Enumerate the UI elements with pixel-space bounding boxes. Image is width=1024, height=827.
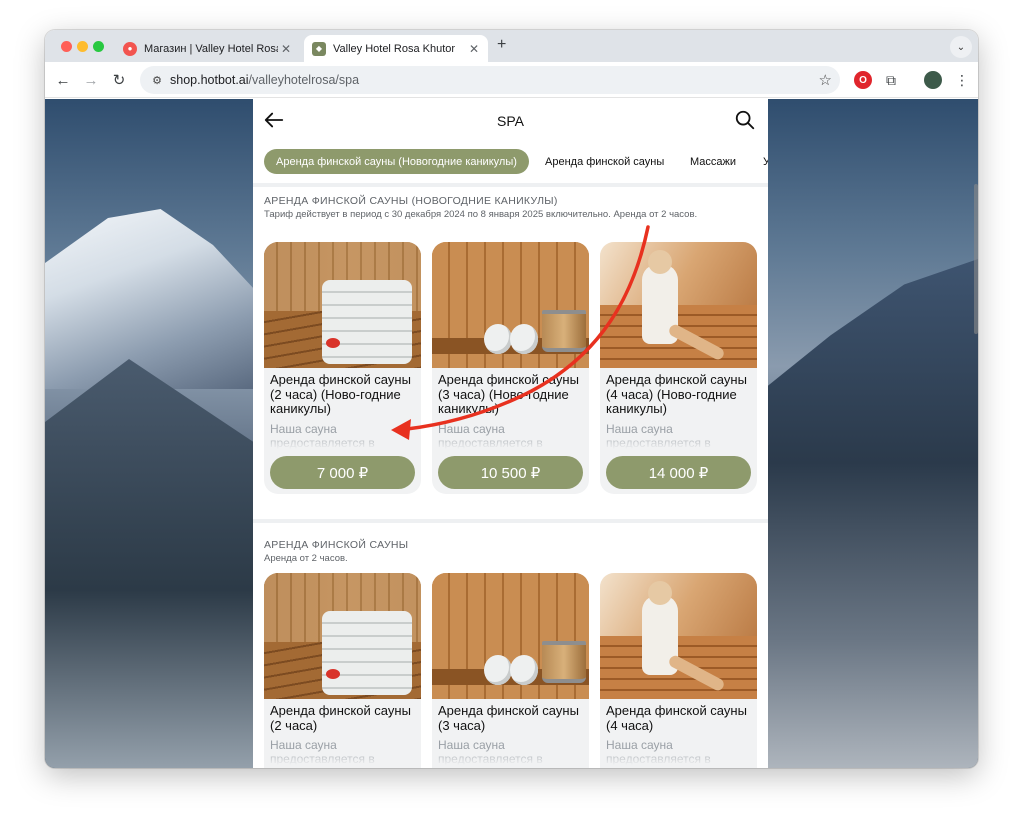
product-description: Наша сауна предоставляется в <box>606 423 711 449</box>
product-card[interactable]: Аренда финской сауны (4 часа) (Ново-годн… <box>600 242 757 494</box>
product-card[interactable]: Аренда финской сауны (4 часа) Наша сауна… <box>600 573 757 768</box>
background-mountain <box>767 259 978 768</box>
product-card[interactable]: Аренда финской сауны (3 часа) (Ново-годн… <box>432 242 589 494</box>
maximize-window-button[interactable] <box>93 41 104 52</box>
close-icon[interactable]: ✕ <box>278 42 294 56</box>
product-image <box>432 573 589 699</box>
hotel-logo-icon: ◆ <box>312 41 326 56</box>
product-description: Наша сауна предоставляется в <box>438 423 543 449</box>
product-card[interactable]: Аренда финской сауны (3 часа) Наша сауна… <box>432 573 589 768</box>
site-info-icon[interactable]: ⚙ <box>144 74 170 87</box>
address-bar[interactable]: ⚙ shop.hotbot.ai/valleyhotelrosa/spa ☆ <box>140 66 840 94</box>
tab-sauna-holidays[interactable]: Аренда финской сауны (Новогодние каникул… <box>264 149 529 174</box>
section-description: Тариф действует в период с 30 декабря 20… <box>264 209 698 220</box>
product-description: Наша сауна предоставляется в <box>270 423 375 449</box>
opera-extension-icon[interactable]: O <box>854 71 872 89</box>
product-description: Наша сауна предоставляется в <box>606 739 711 765</box>
profile-avatar[interactable] <box>924 71 942 89</box>
product-card[interactable]: Аренда финской сауны (2 часа) Наша сауна… <box>264 573 421 768</box>
product-image <box>264 242 421 368</box>
forward-arrow-icon[interactable]: → <box>81 70 101 90</box>
product-image <box>600 573 757 699</box>
url-text: shop.hotbot.ai/valleyhotelrosa/spa <box>170 73 360 87</box>
price-button[interactable]: 14 000 ₽ <box>606 456 751 489</box>
chevron-down-icon[interactable]: ⌄ <box>950 36 972 58</box>
price-button[interactable]: 10 500 ₽ <box>438 456 583 489</box>
section-description: Аренда от 2 часов. <box>264 553 348 564</box>
product-name: Аренда финской сауны (3 часа) <box>438 703 579 733</box>
product-name: Аренда финской сауны (2 часа) (Ново-годн… <box>270 372 411 416</box>
close-icon[interactable]: ✕ <box>466 42 482 56</box>
tab-massage[interactable]: Массажи <box>678 149 748 174</box>
more-menu-icon[interactable]: ⋮ <box>953 71 971 89</box>
search-icon[interactable] <box>734 109 756 131</box>
browser-tab-hotel[interactable]: ◆ Valley Hotel Rosa Khutor ✕ <box>304 35 488 62</box>
reload-icon[interactable]: ↻ <box>109 70 129 90</box>
page-title: SPA <box>497 113 524 129</box>
browser-toolbar: ← → ↻ ⚙ shop.hotbot.ai/valleyhotelrosa/s… <box>45 62 978 98</box>
minimize-window-button[interactable] <box>77 41 88 52</box>
product-image <box>600 242 757 368</box>
product-description: Наша сауна предоставляется в <box>438 739 543 765</box>
section-sauna-holidays: Аренда финской сауны (Новогодние каникул… <box>253 187 768 519</box>
extensions-puzzle-icon[interactable]: ⧉ <box>882 71 900 89</box>
browser-tab-shop[interactable]: ● Магазин | Valley Hotel Rosa Khutor ✕ <box>115 35 300 62</box>
flame-icon: ● <box>123 41 137 56</box>
panel-header: SPA <box>253 99 768 145</box>
section-title: Аренда финской сауны (Новогодние каникул… <box>264 195 558 207</box>
product-image <box>264 573 421 699</box>
tab-title: Магазин | Valley Hotel Rosa Khutor <box>144 42 278 55</box>
close-window-button[interactable] <box>61 41 72 52</box>
product-description: Наша сауна предоставляется в <box>270 739 375 765</box>
bookmark-star-icon[interactable]: ☆ <box>819 71 832 89</box>
product-image <box>432 242 589 368</box>
tab-strip: ● Магазин | Valley Hotel Rosa Khutor ✕ ◆… <box>45 30 978 62</box>
new-tab-button[interactable]: + <box>497 36 506 54</box>
section-title: Аренда финской сауны <box>264 539 409 551</box>
page-viewport: SPA Аренда финской сауны (Новогодние кан… <box>45 99 978 768</box>
section-sauna: Аренда финской сауны Аренда от 2 часов. … <box>253 523 768 768</box>
tab-title: Valley Hotel Rosa Khutor <box>333 42 456 55</box>
tab-sauna[interactable]: Аренда финской сауны <box>533 149 676 174</box>
background-forest <box>45 359 255 768</box>
category-tabs: Аренда финской сауны (Новогодние каникул… <box>253 145 768 183</box>
product-name: Аренда финской сауны (2 часа) <box>270 703 411 733</box>
tab-more[interactable]: У <box>751 149 768 174</box>
product-name: Аренда финской сауны (4 часа) <box>606 703 747 733</box>
browser-window: ● Магазин | Valley Hotel Rosa Khutor ✕ ◆… <box>45 30 978 768</box>
product-name: Аренда финской сауны (3 часа) (Ново-годн… <box>438 372 579 416</box>
scrollbar[interactable] <box>974 184 978 334</box>
shop-panel: SPA Аренда финской сауны (Новогодние кан… <box>253 99 768 768</box>
price-button[interactable]: 7 000 ₽ <box>270 456 415 489</box>
product-name: Аренда финской сауны (4 часа) (Ново-годн… <box>606 372 747 416</box>
background-mountain <box>45 209 255 389</box>
back-arrow-icon[interactable]: ← <box>53 70 73 90</box>
product-card[interactable]: Аренда финской сауны (2 часа) (Ново-годн… <box>264 242 421 494</box>
